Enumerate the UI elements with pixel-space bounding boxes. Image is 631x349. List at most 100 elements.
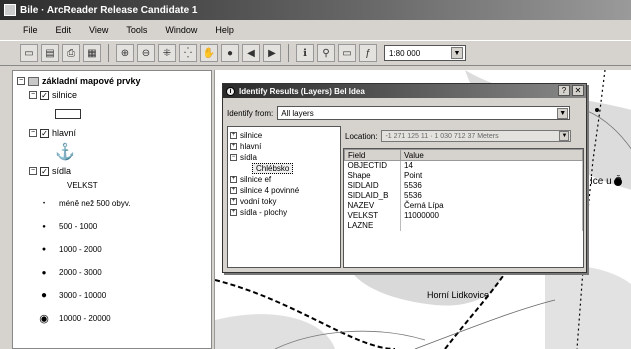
collapse-icon[interactable]: − [29, 167, 37, 175]
table-row[interactable]: Shape Point [344, 170, 583, 181]
tree-item[interactable]: + sídla - plochy [230, 207, 338, 218]
tree-item-label: hlavní [240, 142, 262, 151]
app-icon [4, 4, 16, 16]
tree-item-label: vodní toky [240, 197, 277, 206]
layer-visibility-checkbox[interactable]: ✓ [40, 166, 49, 176]
full-extent-icon[interactable]: ● [221, 44, 239, 62]
table-row[interactable]: SIDLAID_B 5536 [344, 190, 583, 201]
legend-label: 2000 - 3000 [59, 268, 102, 277]
chevron-down-icon[interactable]: ▼ [559, 131, 570, 141]
field-cell: SIDLAID [344, 180, 401, 191]
table-row[interactable]: NAZEV Černá Lípa [344, 200, 583, 211]
column-header-field[interactable]: Field [344, 149, 401, 161]
menu-bar: File Edit View Tools Window Help [0, 22, 631, 38]
tree-item[interactable]: + hlavní [230, 141, 338, 152]
tree-item-label: sídla - plochy [240, 208, 288, 217]
menu-tools[interactable]: Tools [123, 25, 150, 35]
find-icon[interactable]: ⚲ [317, 44, 335, 62]
menu-help[interactable]: Help [212, 25, 237, 35]
chevron-down-icon[interactable]: ▼ [451, 47, 463, 59]
tree-item[interactable]: + silnice [230, 130, 338, 141]
toolbar-separator [108, 44, 109, 62]
menu-file[interactable]: File [20, 25, 41, 35]
hyperlink-icon[interactable]: ƒ [359, 44, 377, 62]
scale-select[interactable]: 1:80 000 ▼ [384, 45, 466, 61]
contour-line [414, 299, 556, 349]
measure-icon[interactable]: ▭ [338, 44, 356, 62]
value-cell [400, 220, 583, 231]
field-cell: VELKST [344, 210, 401, 221]
chevron-down-icon[interactable]: ▼ [557, 107, 569, 119]
value-cell: Point [400, 170, 583, 181]
pan-icon[interactable]: ✋ [200, 44, 218, 62]
attribute-table: Field Value OBJECTID 14 Shape Point SIDL… [344, 149, 583, 231]
forward-extent-icon[interactable]: ▶ [263, 44, 281, 62]
toc-root-label: základní mapové prvky [42, 76, 141, 86]
toc-layer-silnice[interactable]: − ✓ silnice [17, 88, 207, 102]
open-icon[interactable]: ▭ [20, 44, 38, 62]
table-row[interactable]: VELKST 11000000 [344, 210, 583, 221]
expand-icon[interactable]: + [230, 176, 237, 183]
toc-layer-hlavni[interactable]: − ✓ hlavní [17, 126, 207, 140]
collapse-icon[interactable]: − [29, 91, 37, 99]
save-icon[interactable]: ▤ [41, 44, 59, 62]
identify-from-row: Identify from: All layers ▼ [227, 106, 571, 120]
tree-item[interactable]: − sídla [230, 152, 338, 163]
table-row[interactable]: LAZNE [344, 220, 583, 231]
fixed-zoom-in-icon[interactable]: ⁜ [158, 44, 176, 62]
field-cell: LAZNE [344, 220, 401, 231]
legend-item: ● 2000 - 3000 [17, 261, 207, 284]
table-of-contents: − základní mapové prvky − ✓ silnice − ✓ … [12, 70, 212, 349]
expand-icon[interactable]: + [230, 198, 237, 205]
collapse-icon[interactable]: − [17, 77, 25, 85]
info-icon: i [226, 86, 235, 96]
legend-item: ● 500 - 1000 [17, 215, 207, 238]
print-icon[interactable]: ⎙ [62, 44, 80, 62]
field-cell: SIDLAID_B [344, 190, 401, 201]
field-cell: NAZEV [344, 200, 401, 211]
menu-window[interactable]: Window [162, 25, 200, 35]
expand-icon[interactable]: + [230, 143, 237, 150]
location-select[interactable]: -1 271 125 11 · 1 030 712 37 Meters ▼ [381, 130, 572, 142]
back-extent-icon[interactable]: ◀ [242, 44, 260, 62]
menu-view[interactable]: View [86, 25, 111, 35]
menu-edit[interactable]: Edit [53, 25, 75, 35]
forest-area [545, 265, 631, 349]
collapse-icon[interactable]: − [29, 129, 37, 137]
field-cell: OBJECTID [344, 160, 401, 171]
location-row: Location: -1 271 125 11 · 1 030 712 37 M… [345, 130, 572, 142]
identify-results-dialog: i Identify Results (Layers) Bel Idea ? ✕… [222, 83, 587, 273]
zoom-in-icon[interactable]: ⊕ [116, 44, 134, 62]
point-symbol: ● [41, 268, 47, 277]
help-button[interactable]: ? [558, 85, 570, 96]
value-cell: 11000000 [400, 210, 583, 221]
expand-icon[interactable]: + [230, 132, 237, 139]
layout-icon[interactable]: ▦ [83, 44, 101, 62]
tree-item[interactable]: + vodní toky [230, 196, 338, 207]
layer-visibility-checkbox[interactable]: ✓ [40, 128, 49, 138]
layer-visibility-checkbox[interactable]: ✓ [40, 90, 49, 100]
column-header-value[interactable]: Value [400, 149, 583, 161]
toc-root[interactable]: − základní mapové prvky [17, 74, 207, 88]
tree-item[interactable]: + silnice ef [230, 174, 338, 185]
expand-icon[interactable]: + [230, 209, 237, 216]
identify-from-select[interactable]: All layers ▼ [277, 106, 571, 120]
tree-item-selected[interactable]: Chlébsko [230, 163, 338, 174]
collapse-icon[interactable]: − [230, 154, 237, 161]
tree-item[interactable]: + silnice 4 povinné [230, 185, 338, 196]
expand-icon[interactable]: + [230, 187, 237, 194]
fixed-zoom-out-icon[interactable]: ⁛ [179, 44, 197, 62]
location-label: Location: [345, 131, 378, 141]
anchor-symbol: ⚓ [55, 144, 75, 161]
toc-symbol-row [17, 102, 207, 126]
map-label: Horní Lidkovice [427, 290, 490, 300]
identify-from-value: All layers [281, 108, 314, 118]
location-value: -1 271 125 11 · 1 030 712 37 Meters [385, 132, 499, 140]
identify-icon[interactable]: ℹ [296, 44, 314, 62]
close-button[interactable]: ✕ [572, 85, 584, 96]
zoom-out-icon[interactable]: ⊖ [137, 44, 155, 62]
toc-layer-sidla[interactable]: − ✓ sídla [17, 164, 207, 178]
value-cell: 14 [400, 160, 583, 171]
table-row[interactable]: OBJECTID 14 [344, 160, 583, 171]
table-row[interactable]: SIDLAID 5536 [344, 180, 583, 191]
